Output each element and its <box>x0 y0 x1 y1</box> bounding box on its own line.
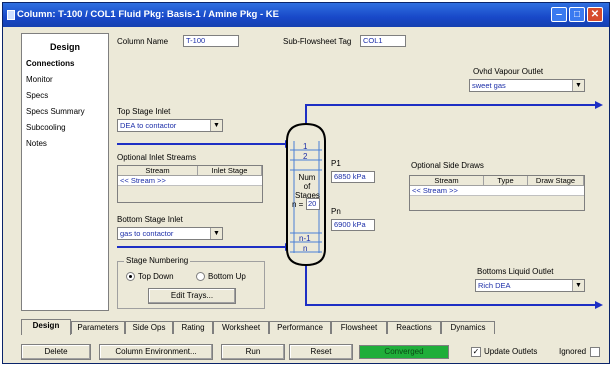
bottoms-liquid-outlet-value: Rich DEA <box>478 281 511 290</box>
column-header: Draw Stage <box>528 176 584 186</box>
tab-flowsheet[interactable]: Flowsheet <box>331 321 387 334</box>
n-label: n = <box>292 200 304 209</box>
column-environment-button[interactable]: Column Environment... <box>99 344 213 360</box>
chevron-down-icon[interactable]: ▼ <box>572 280 584 291</box>
bottoms-outlet-arrow-icon <box>595 301 603 309</box>
tab-reactions[interactable]: Reactions <box>387 321 441 334</box>
checkbox-icon[interactable] <box>590 347 601 357</box>
bottoms-liquid-outlet-label: Bottoms Liquid Outlet <box>477 267 554 276</box>
stream-cell[interactable]: << Stream >> <box>410 186 484 196</box>
status-badge: Converged <box>359 345 449 359</box>
tab-design[interactable]: Design <box>21 319 71 335</box>
optional-side-draws-table: Stream Type Draw Stage << Stream >> <box>409 175 585 211</box>
tab-side-ops[interactable]: Side Ops <box>125 321 173 334</box>
stage-n-minus-1-label: n-1 <box>299 234 311 243</box>
pn-input[interactable]: 6900 kPa <box>331 219 375 231</box>
stage-2-label: 2 <box>303 152 308 161</box>
update-outlets-checkbox[interactable]: ✓ Update Outlets <box>471 347 537 357</box>
column-window: Column: T-100 / COL1 Fluid Pkg: Basis-1 … <box>2 2 610 364</box>
checkmark-icon[interactable]: ✓ <box>471 347 481 357</box>
tab-rating[interactable]: Rating <box>173 321 213 334</box>
p1-label: P1 <box>331 159 341 168</box>
ignored-checkbox[interactable]: Ignored <box>559 347 603 357</box>
ovhd-outlet-stream-line <box>305 104 595 124</box>
draw-stage-cell[interactable] <box>528 186 584 196</box>
stage-n-label: n <box>303 244 308 253</box>
tab-performance[interactable]: Performance <box>269 321 331 334</box>
tab-parameters[interactable]: Parameters <box>71 321 125 334</box>
ignored-label: Ignored <box>559 347 587 357</box>
stage-1-label: 1 <box>303 142 308 151</box>
optional-side-draws-label: Optional Side Draws <box>411 161 484 170</box>
type-cell[interactable] <box>484 186 528 196</box>
update-outlets-label: Update Outlets <box>484 347 538 357</box>
num-of-stages-label: Num of Stages <box>295 173 320 200</box>
table-row[interactable]: << Stream >> <box>410 186 584 196</box>
p1-input[interactable]: 6850 kPa <box>331 171 375 183</box>
column-header: Stream <box>410 176 484 186</box>
bottoms-liquid-outlet-select[interactable]: Rich DEA ▼ <box>475 279 585 292</box>
tab-worksheet[interactable]: Worksheet <box>213 321 269 334</box>
delete-button[interactable]: Delete <box>21 344 91 360</box>
tab-dynamics[interactable]: Dynamics <box>441 321 495 334</box>
pn-label: Pn <box>331 207 341 216</box>
ovhd-outlet-arrow-icon <box>595 101 603 109</box>
reset-button[interactable]: Reset <box>289 344 353 360</box>
column-header: Type <box>484 176 528 186</box>
run-button[interactable]: Run <box>221 344 285 360</box>
num-stages-input[interactable]: 20 <box>306 198 320 210</box>
